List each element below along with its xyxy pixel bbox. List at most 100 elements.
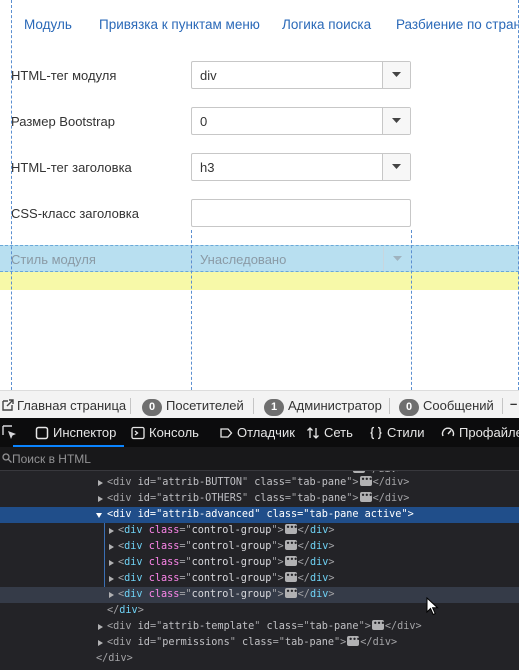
module-tag-select[interactable]: div [191,61,411,89]
header-tag-label: HTML-тег заголовка [11,160,132,175]
bootstrap-size-value: 0 [200,114,208,129]
ellipsis-badge[interactable] [284,536,297,552]
ellipsis-badge[interactable] [347,632,360,648]
messages-label: Сообщений [423,398,494,413]
header-class-input[interactable] [191,199,411,227]
performance-icon [441,427,455,437]
markup-tree: </div> <div id="attrib-BUTTON" class="ta… [0,471,519,670]
chevron-down-icon[interactable] [382,154,410,180]
expand-arrow-icon[interactable] [109,576,114,582]
inspector-margin-overlay [0,272,519,290]
module-style-select[interactable]: Унаследовано [191,247,411,271]
debugger-icon [220,428,233,438]
tab-styles-label: Стили [387,425,425,440]
markup-row[interactable]: <div id="attrib-template" class="tab-pan… [0,616,519,635]
tab-profiler-label: Профайле [459,425,519,440]
tab-network[interactable]: Сеть [306,425,353,440]
markup-row[interactable]: <div id="attrib-OTHERS" class="tab-pane"… [0,488,519,507]
chevron-down-icon[interactable] [382,62,410,88]
expand-arrow-icon[interactable] [98,480,103,486]
bootstrap-size-label: Размер Bootstrap [11,114,115,129]
ellipsis-badge[interactable] [284,568,297,584]
tab-pagination[interactable]: Разбиение по страни [396,17,519,32]
search-icon [2,453,12,463]
home-link[interactable]: Главная страница [2,398,126,413]
markup-row[interactable]: </div> [0,603,519,619]
header-tag-select[interactable]: h3 [191,153,411,181]
expand-arrow-icon[interactable] [109,544,114,550]
messages-indicator[interactable]: 0 Сообщений [399,398,494,416]
expand-arrow-icon[interactable] [98,640,103,646]
tab-console-label: Консоль [149,425,199,440]
divider [130,398,131,414]
tab-console[interactable]: Консоль [131,425,199,440]
expand-arrow-icon[interactable] [98,496,103,502]
mouse-cursor-icon [426,597,439,616]
devtools-panel: Инспектор Консоль Отладчик Сеть Стили Пр… [0,418,519,670]
module-edit-page: Модуль Привязка к пунктам меню Логика по… [0,0,519,390]
html-search-input[interactable] [12,450,492,468]
markup-row[interactable]: <div class="control-group"></div> [0,568,519,587]
tab-menu-assignment[interactable]: Привязка к пунктам меню [99,17,260,32]
chevron-down-icon[interactable] [382,108,410,134]
markup-row[interactable]: <div id="attrib-BUTTON" class="tab-pane"… [0,472,519,491]
markup-row[interactable]: <div class="control-group"></div> [0,520,519,539]
network-icon [307,427,319,439]
chevron-down-icon[interactable] [383,247,411,271]
divider [502,398,503,414]
collapse-arrow-icon[interactable] [96,513,102,518]
tab-inspector[interactable]: Инспектор [12,425,125,447]
inspector-guide [191,230,192,390]
ellipsis-badge[interactable] [371,616,384,632]
tab-module[interactable]: Модуль [24,17,72,32]
ellipsis-badge[interactable] [284,552,297,568]
admins-indicator[interactable]: 1 Администратор [264,398,382,416]
tab-search-logic[interactable]: Логика поиска [282,17,371,32]
module-tag-label: HTML-тег модуля [11,68,117,83]
markup-row[interactable]: <div class="control-group"></div> [0,536,519,555]
divider [253,398,254,414]
admins-label: Администратор [288,398,382,413]
inspector-guide [411,230,412,390]
admins-count-badge: 1 [264,399,284,416]
bootstrap-size-select[interactable]: 0 [191,107,411,135]
inspector-icon [35,426,49,440]
expand-arrow-icon[interactable] [98,624,103,630]
header-class-label: CSS-класс заголовка [11,206,139,221]
tab-styles[interactable]: Стили [369,425,424,440]
module-style-value: Унаследовано [200,252,287,267]
tab-debugger-label: Отладчик [237,425,295,440]
markup-row-selected[interactable]: <div id="attrib-advanced" class="tab-pan… [0,507,519,523]
markup-row[interactable]: </div> [0,651,519,667]
ellipsis-badge[interactable] [284,584,297,600]
markup-row-hovered[interactable]: <div class="control-group"></div> [0,584,519,603]
visitors-indicator[interactable]: 0 Посетителей [142,398,244,416]
html-search-bar [0,447,519,471]
devtools-toolbar: Инспектор Консоль Отладчик Сеть Стили Пр… [0,418,519,447]
visitors-label: Посетителей [166,398,244,413]
ellipsis-badge[interactable] [359,472,372,488]
ellipsis-badge[interactable] [284,520,297,536]
home-link-label: Главная страница [17,398,127,413]
tab-debugger[interactable]: Отладчик [219,425,295,440]
messages-count-badge: 0 [399,399,419,416]
header-tag-value: h3 [200,160,215,175]
more-dash: – [510,396,518,411]
element-picker-icon[interactable] [0,418,22,447]
tab-network-label: Сеть [324,425,353,440]
tab-inspector-label: Инспектор [53,425,117,440]
ellipsis-badge[interactable] [359,488,372,504]
expand-arrow-icon[interactable] [109,528,114,534]
expand-arrow-icon[interactable] [109,560,114,566]
markup-row[interactable]: <div class="control-group"></div> [0,552,519,571]
module-tag-value: div [200,68,217,83]
visitors-count-badge: 0 [142,399,162,416]
module-style-label: Стиль модуля [11,252,96,267]
divider [389,398,390,414]
external-link-icon [2,399,14,411]
markup-row[interactable]: <div id="permissions" class="tab-pane"><… [0,632,519,651]
expand-arrow-icon[interactable] [109,592,114,598]
module-tabs: Модуль Привязка к пунктам меню Логика по… [0,0,519,50]
braces-icon [370,426,382,440]
tab-profiler[interactable]: Профайле [441,425,519,440]
